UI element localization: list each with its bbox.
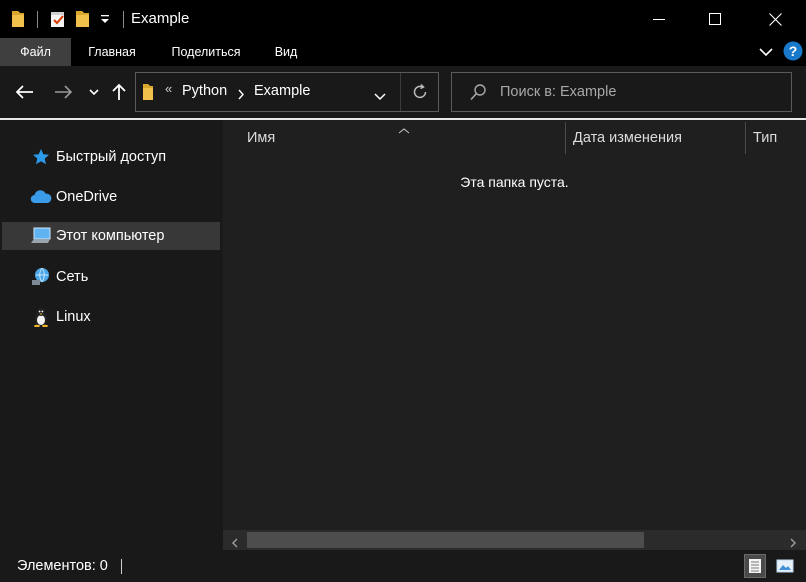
details-view-icon	[749, 559, 761, 573]
separator	[123, 11, 124, 28]
close-button[interactable]	[752, 0, 798, 38]
back-button[interactable]	[13, 79, 37, 105]
sidebar-item-label: OneDrive	[56, 189, 118, 205]
details-view-button[interactable]	[744, 554, 766, 578]
chevron-down-icon	[89, 89, 99, 96]
empty-folder-message: Эта папка пуста.	[460, 174, 569, 190]
star-icon	[30, 147, 52, 167]
customize-toolbar-icon[interactable]	[100, 12, 110, 29]
navigation-bar: « Python Example	[0, 66, 806, 118]
folder-icon[interactable]	[11, 10, 25, 31]
sidebar-item-label: Быстрый доступ	[56, 149, 167, 165]
breadcrumb: « Python Example	[136, 73, 400, 111]
refresh-icon	[413, 84, 426, 99]
forward-button[interactable]	[51, 79, 75, 105]
item-count: Элементов: 0	[17, 558, 108, 574]
sidebar-item-quick-access[interactable]: Быстрый доступ	[2, 143, 220, 171]
help-icon[interactable]: ?	[783, 41, 803, 64]
column-header-name[interactable]: Имя	[247, 120, 565, 156]
arrow-up-icon	[112, 83, 126, 100]
horizontal-scrollbar[interactable]	[223, 530, 806, 550]
tab-file[interactable]: Файл	[0, 38, 71, 66]
cloud-icon	[30, 187, 52, 207]
sidebar-item-onedrive[interactable]: OneDrive	[2, 183, 220, 211]
scrollbar-thumb[interactable]	[247, 532, 644, 548]
close-icon	[768, 12, 782, 26]
properties-icon[interactable]	[49, 10, 67, 31]
separator	[37, 11, 38, 28]
minimize-icon	[653, 19, 665, 20]
folder-icon	[142, 83, 154, 104]
scroll-left-icon[interactable]	[231, 535, 238, 551]
sidebar-item-linux[interactable]: Linux	[2, 303, 220, 331]
separator	[121, 559, 122, 574]
sidebar-item-this-pc[interactable]: Этот компьютер	[2, 222, 220, 250]
sidebar-item-label: Сеть	[56, 269, 89, 285]
title-bar: Example	[0, 0, 806, 38]
chevron-right-icon[interactable]	[238, 87, 245, 103]
network-icon	[30, 267, 52, 287]
sidebar-item-label: Этот компьютер	[56, 228, 165, 244]
ribbon-tabs: Файл Главная Поделиться Вид ?	[0, 38, 806, 66]
address-dropdown-icon[interactable]	[374, 88, 386, 104]
arrow-right-icon	[55, 85, 72, 99]
recent-locations-button[interactable]	[82, 79, 106, 105]
column-header-date-modified[interactable]: Дата изменения	[573, 120, 745, 156]
status-bar: Элементов: 0	[0, 550, 806, 582]
tab-view[interactable]: Вид	[266, 38, 306, 66]
large-icons-view-button[interactable]	[774, 554, 796, 578]
column-separator[interactable]	[745, 122, 746, 154]
tab-home[interactable]: Главная	[78, 38, 146, 66]
window-title: Example	[131, 10, 190, 27]
up-button[interactable]	[107, 79, 131, 105]
search-input[interactable]	[500, 82, 780, 102]
tab-share[interactable]: Поделиться	[162, 38, 250, 66]
refresh-button[interactable]	[400, 73, 438, 111]
file-list: Имя Дата изменения Тип Эта папка пуста.	[223, 120, 806, 550]
expand-ribbon-icon[interactable]	[758, 45, 774, 61]
arrow-left-icon	[16, 85, 33, 99]
breadcrumb-item-python[interactable]: Python	[182, 83, 227, 99]
large-icons-view-icon	[776, 559, 794, 573]
breadcrumb-overflow[interactable]: «	[165, 81, 172, 96]
new-folder-icon[interactable]	[75, 10, 91, 31]
address-bar[interactable]: « Python Example	[135, 72, 439, 112]
sidebar-item-network[interactable]: Сеть	[2, 263, 220, 291]
search-box[interactable]	[451, 72, 792, 112]
navigation-pane: Быстрый доступ OneDrive Этот компьютер С…	[0, 120, 223, 550]
search-icon	[470, 84, 486, 104]
svg-text:?: ?	[789, 43, 798, 59]
maximize-icon	[709, 13, 721, 25]
column-separator[interactable]	[565, 122, 566, 154]
sidebar-item-label: Linux	[56, 309, 91, 325]
breadcrumb-item-example[interactable]: Example	[254, 83, 310, 99]
linux-penguin-icon	[30, 307, 52, 327]
scroll-right-icon[interactable]	[790, 535, 797, 551]
minimize-button[interactable]	[636, 0, 682, 38]
maximize-button[interactable]	[692, 0, 738, 38]
column-header-type[interactable]: Тип	[753, 120, 806, 156]
computer-icon	[30, 226, 52, 246]
